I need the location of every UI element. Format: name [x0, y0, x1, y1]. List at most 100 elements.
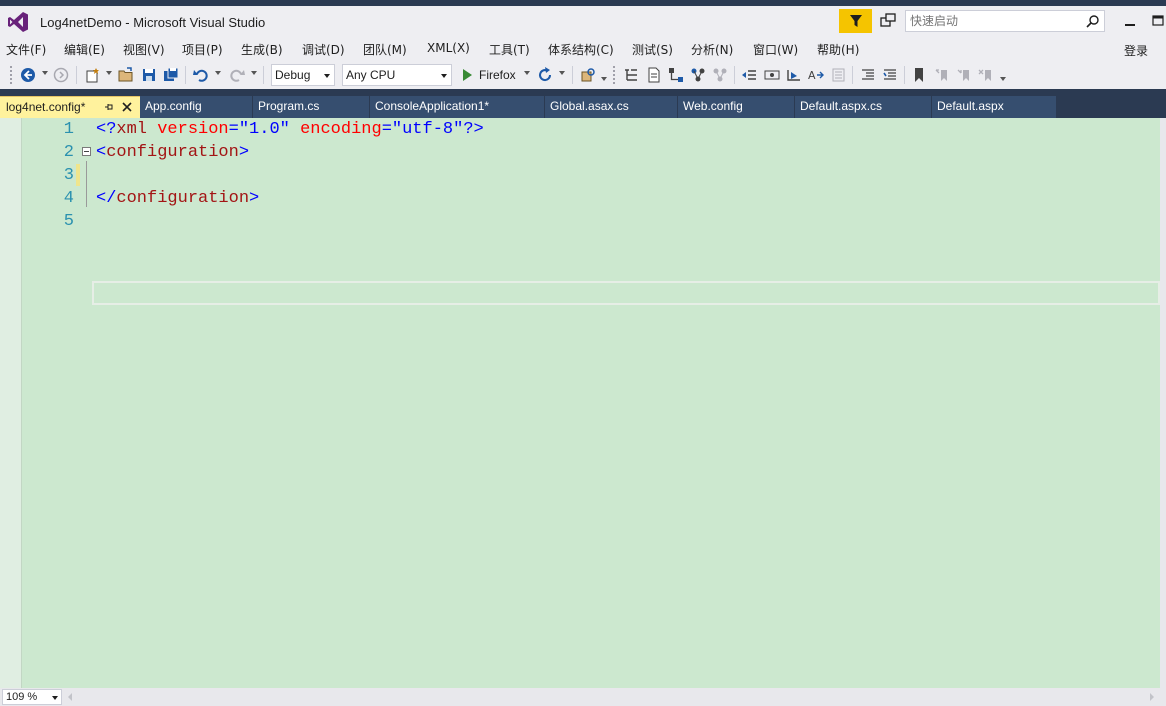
- tab-label: Program.cs: [258, 99, 320, 113]
- run-target-dropdown-icon[interactable]: [524, 71, 530, 75]
- menu-debug[interactable]: 调试(D): [302, 41, 345, 58]
- platform-dropdown-icon[interactable]: [441, 74, 447, 78]
- tab-web-config[interactable]: Web.config: [678, 96, 794, 118]
- vertical-scrollbar[interactable]: [1160, 118, 1166, 688]
- menu-help[interactable]: 帮助(H): [817, 41, 859, 58]
- schema-explorer-icon[interactable]: [689, 66, 707, 84]
- quick-info-icon[interactable]: [763, 66, 781, 84]
- toolbar-overflow-icon[interactable]: [1000, 77, 1006, 81]
- feedback-icon[interactable]: [878, 11, 898, 31]
- refresh-dropdown-icon[interactable]: [559, 71, 565, 75]
- parameter-info-icon[interactable]: [785, 66, 803, 84]
- start-debugging-icon[interactable]: [458, 66, 476, 84]
- menu-architecture[interactable]: 体系结构(C): [548, 41, 614, 58]
- outdent-icon[interactable]: [740, 66, 758, 84]
- menu-project[interactable]: 项目(P): [182, 41, 223, 58]
- document-outline-icon[interactable]: [645, 66, 663, 84]
- outline-list-icon[interactable]: [622, 66, 640, 84]
- tab-program-cs[interactable]: Program.cs: [253, 96, 369, 118]
- next-bookmark-icon[interactable]: [955, 66, 973, 84]
- menu-test[interactable]: 测试(S): [632, 41, 673, 58]
- close-tab-icon[interactable]: [121, 101, 133, 113]
- undo-dropdown-icon[interactable]: [215, 71, 221, 75]
- toolbar-overflow-icon[interactable]: [601, 77, 607, 81]
- code-line[interactable]: 3: [0, 164, 1160, 187]
- xml-schema-icon[interactable]: [667, 66, 685, 84]
- bookmark-icon[interactable]: [910, 66, 928, 84]
- save-all-icon[interactable]: [162, 66, 180, 84]
- code-line[interactable]: 5: [0, 210, 1160, 233]
- menu-build[interactable]: 生成(B): [241, 41, 283, 58]
- menu-view[interactable]: 视图(V): [123, 41, 165, 58]
- scroll-left-icon[interactable]: [68, 693, 72, 701]
- menu-tools[interactable]: 工具(T): [489, 41, 530, 58]
- code-line[interactable]: 1 <?xml version="1.0" encoding="utf-8"?>: [0, 118, 1160, 141]
- search-icon[interactable]: [1086, 14, 1100, 28]
- zoom-dropdown-icon[interactable]: [52, 696, 58, 700]
- notification-filter-icon[interactable]: [839, 9, 872, 33]
- menu-window[interactable]: 窗口(W): [753, 41, 798, 58]
- uncomment-lines-icon[interactable]: [881, 66, 899, 84]
- menu-xml[interactable]: XML(X): [427, 41, 470, 55]
- refresh-browser-icon[interactable]: [536, 66, 554, 84]
- complete-word-icon[interactable]: A: [807, 66, 825, 84]
- code-line[interactable]: 2 <configuration>: [0, 141, 1160, 164]
- previous-bookmark-icon[interactable]: [933, 66, 951, 84]
- tab-default-aspx[interactable]: Default.aspx: [932, 96, 1056, 118]
- configuration-dropdown-icon[interactable]: [324, 74, 330, 78]
- undo-icon[interactable]: [192, 66, 210, 84]
- redo-icon[interactable]: [228, 66, 246, 84]
- menu-edit[interactable]: 编辑(E): [64, 41, 105, 58]
- tab-default-aspx-cs[interactable]: Default.aspx.cs: [795, 96, 931, 118]
- find-in-files-icon[interactable]: [579, 66, 597, 84]
- pin-tab-icon[interactable]: [104, 101, 114, 113]
- quick-launch-input[interactable]: [906, 11, 1078, 31]
- code-editor[interactable]: 1 <?xml version="1.0" encoding="utf-8"?>…: [0, 118, 1160, 688]
- tab-consoleapplication1[interactable]: ConsoleApplication1*: [370, 96, 544, 118]
- new-project-dropdown-icon[interactable]: [106, 71, 112, 75]
- zoom-select[interactable]: 109 %: [2, 689, 62, 705]
- quick-launch-box[interactable]: [905, 10, 1105, 32]
- solution-platform-select[interactable]: Any CPU: [342, 64, 452, 86]
- clear-bookmarks-icon[interactable]: [977, 66, 995, 84]
- navigate-forward-icon[interactable]: [52, 66, 70, 84]
- menu-analyze[interactable]: 分析(N): [691, 41, 733, 58]
- run-target-button[interactable]: Firefox: [479, 68, 516, 82]
- zoom-value: 109 %: [6, 691, 38, 703]
- unsaved-change-marker: [76, 164, 80, 186]
- tab-app-config[interactable]: App.config: [140, 96, 252, 118]
- maximize-icon[interactable]: [1148, 12, 1166, 30]
- tab-label: Default.aspx.cs: [800, 99, 883, 113]
- tab-global-asax-cs[interactable]: Global.asax.cs: [545, 96, 677, 118]
- collapse-region-icon[interactable]: [82, 147, 91, 156]
- line-number: 5: [63, 212, 74, 231]
- menu-file[interactable]: 文件(F): [6, 41, 46, 58]
- menu-team[interactable]: 团队(M): [363, 41, 407, 58]
- save-icon[interactable]: [140, 66, 158, 84]
- comment-lines-icon[interactable]: [859, 66, 877, 84]
- code-text[interactable]: <?xml version="1.0" encoding="utf-8"?>: [96, 118, 484, 141]
- solution-configuration-select[interactable]: Debug: [271, 64, 335, 86]
- xslt-debug-icon[interactable]: [711, 66, 729, 84]
- list-members-icon[interactable]: [829, 66, 847, 84]
- code-text[interactable]: <configuration>: [96, 141, 249, 164]
- standard-toolbar: Debug Any CPU Firefox A: [0, 61, 1166, 89]
- tab-log4net-config[interactable]: log4net.config*: [0, 96, 140, 118]
- toolbar-grip[interactable]: [612, 65, 616, 85]
- new-project-icon[interactable]: [84, 66, 102, 84]
- scroll-right-icon[interactable]: [1150, 693, 1154, 701]
- back-dropdown-icon[interactable]: [42, 71, 48, 75]
- toolbar-separator: [904, 66, 905, 84]
- minimize-icon[interactable]: [1120, 12, 1140, 30]
- toolbar-grip[interactable]: [9, 65, 13, 85]
- code-text[interactable]: </configuration>: [96, 187, 259, 210]
- menu-bar: 文件(F) 编辑(E) 视图(V) 项目(P) 生成(B) 调试(D) 团队(M…: [0, 38, 1166, 60]
- horizontal-scrollbar[interactable]: 109 %: [0, 688, 1166, 706]
- toolbar-separator: [852, 66, 853, 84]
- open-file-icon[interactable]: [117, 66, 135, 84]
- navigate-back-icon[interactable]: [19, 66, 37, 84]
- svg-text:A: A: [808, 69, 816, 82]
- sign-in-link[interactable]: 登录: [1124, 42, 1148, 59]
- redo-dropdown-icon[interactable]: [251, 71, 257, 75]
- code-line[interactable]: 4 </configuration>: [0, 187, 1160, 210]
